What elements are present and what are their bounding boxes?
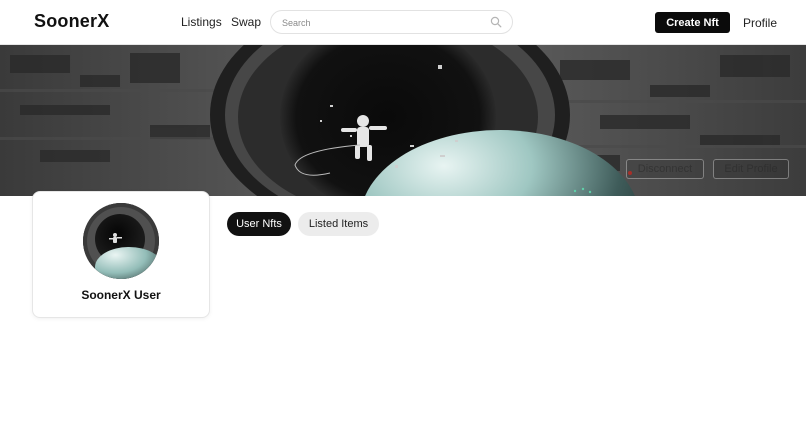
create-nft-button[interactable]: Create Nft [655, 12, 730, 33]
logo[interactable]: SoonerX [34, 11, 109, 32]
search-input[interactable] [280, 14, 484, 32]
nav-swap-link[interactable]: Swap [231, 15, 261, 29]
tab-listed-items[interactable]: Listed Items [298, 212, 379, 236]
search-bar[interactable] [270, 10, 513, 34]
nav-profile-link[interactable]: Profile [743, 16, 777, 30]
tab-user-nfts[interactable]: User Nfts [227, 212, 291, 236]
search-icon[interactable] [490, 16, 502, 28]
disconnect-button[interactable]: Disconnect [626, 159, 704, 179]
edit-profile-button[interactable]: Edit Profile [713, 159, 789, 179]
avatar [83, 203, 159, 279]
avatar-image [83, 203, 159, 279]
nav-listings-link[interactable]: Listings [181, 15, 222, 29]
profile-username: SoonerX User [81, 288, 161, 302]
top-navbar: SoonerX Listings Swap Create Nft Profile [0, 0, 806, 45]
profile-card: SoonerX User [32, 191, 210, 318]
